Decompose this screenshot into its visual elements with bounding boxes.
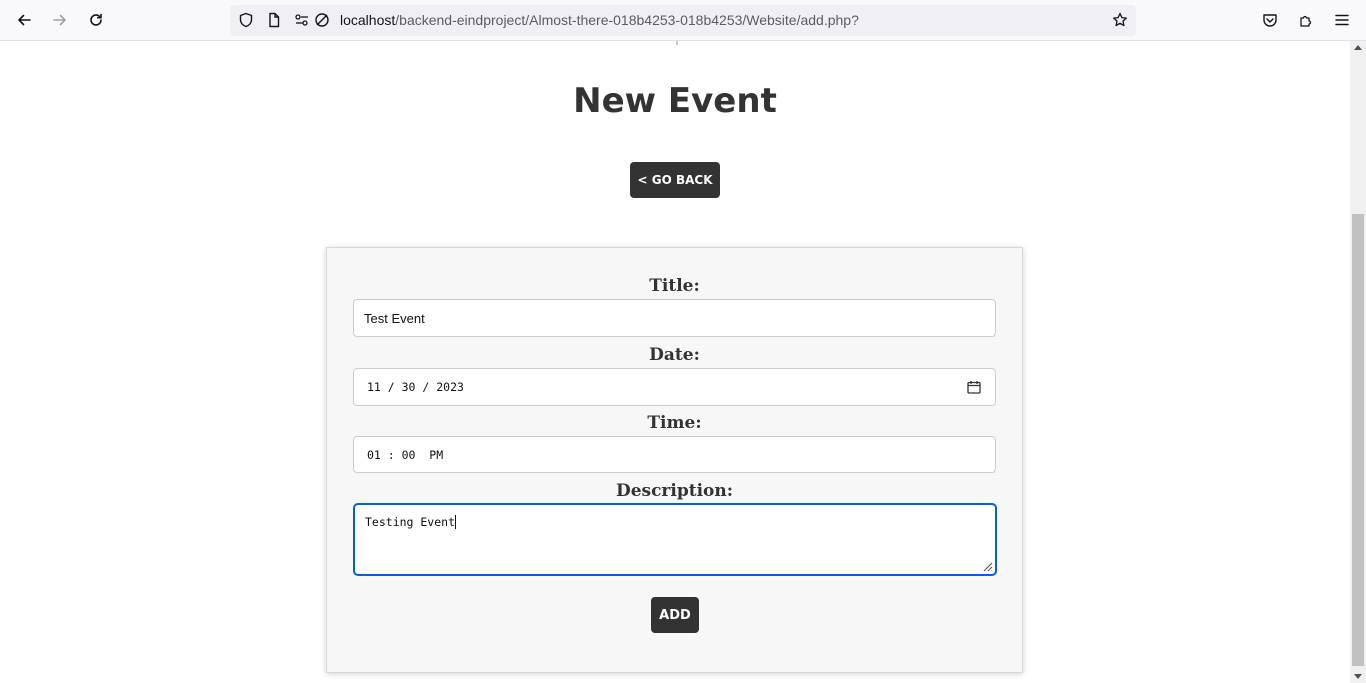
- scroll-down-arrow-icon[interactable]: [1354, 674, 1362, 679]
- page-scrollbar[interactable]: [1350, 41, 1366, 683]
- extensions-icon[interactable]: [1297, 11, 1315, 29]
- address-bar[interactable]: localhost/backend-eindproject/Almost-the…: [230, 5, 1136, 36]
- description-value: Testing Event: [365, 515, 456, 529]
- time-input[interactable]: 01 : 00 PM: [353, 436, 996, 473]
- shield-icon[interactable]: [238, 12, 254, 28]
- browser-toolbar: localhost/backend-eindproject/Almost-the…: [0, 0, 1366, 41]
- calendar-icon[interactable]: [967, 380, 981, 394]
- url-host: localhost: [340, 12, 396, 28]
- text-caret: [455, 515, 457, 529]
- date-label: Date:: [649, 345, 700, 365]
- back-icon[interactable]: [10, 6, 38, 34]
- pocket-icon[interactable]: [1261, 11, 1279, 29]
- scroll-up-arrow-icon[interactable]: [1354, 45, 1362, 50]
- page-viewport: New Event < GO BACK Title: Test Event Da…: [0, 41, 1350, 683]
- page-icon[interactable]: [266, 12, 282, 28]
- time-label: Time:: [647, 413, 702, 433]
- url-text[interactable]: localhost/backend-eindproject/Almost-the…: [340, 12, 859, 28]
- menu-icon[interactable]: [1333, 11, 1351, 29]
- title-input[interactable]: Test Event: [353, 299, 996, 337]
- permissions-icon[interactable]: [294, 12, 310, 28]
- description-label: Description:: [615, 481, 734, 501]
- scrollbar-thumb[interactable]: [1352, 214, 1364, 666]
- resize-grip-icon[interactable]: [981, 560, 993, 572]
- reload-icon[interactable]: [82, 6, 110, 34]
- add-button[interactable]: ADD: [651, 597, 699, 633]
- date-value: 11 / 30 / 2023: [367, 380, 464, 394]
- title-label: Title:: [649, 276, 700, 296]
- divider: [676, 41, 678, 45]
- page-title: New Event: [573, 81, 777, 121]
- url-path: /backend-eindproject/Almost-there-018b42…: [395, 12, 859, 28]
- date-input[interactable]: 11 / 30 / 2023: [353, 368, 996, 406]
- tracking-protection-off-icon[interactable]: [314, 12, 330, 28]
- title-value: Test Event: [364, 310, 425, 326]
- forward-icon[interactable]: [46, 6, 74, 34]
- go-back-button[interactable]: < GO BACK: [630, 162, 720, 198]
- event-form: Title: Test Event Date: 11 / 30 / 2023 T…: [326, 247, 1023, 673]
- bookmark-star-icon[interactable]: [1112, 12, 1128, 28]
- description-textarea[interactable]: Testing Event: [353, 503, 997, 576]
- time-value: 01 : 00 PM: [367, 447, 444, 462]
